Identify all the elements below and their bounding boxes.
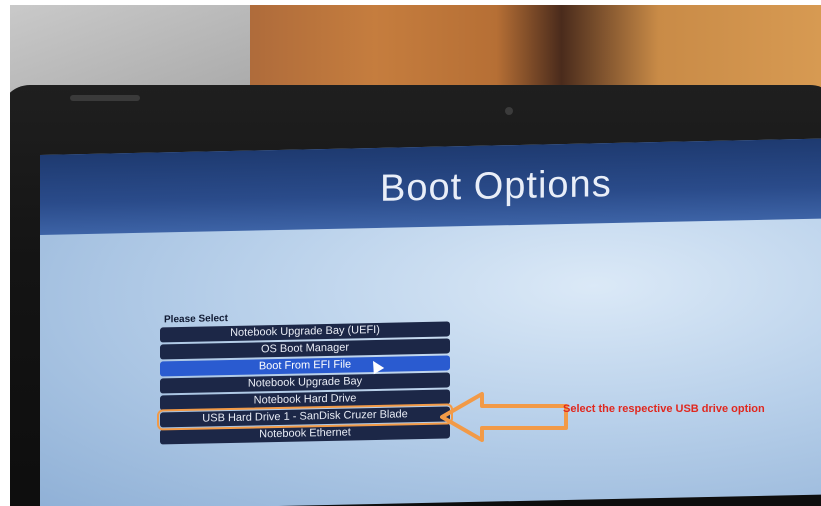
boot-menu: Please Select Notebook Upgrade Bay (UEFI…: [157, 308, 453, 446]
left-arrow-icon: [440, 392, 568, 442]
bezel-slot: [70, 95, 140, 101]
webcam-icon: [505, 107, 513, 115]
title-band: Boot Options: [40, 138, 821, 235]
photo-background: Boot Options Please Select Notebook Upgr…: [10, 5, 821, 506]
annotation-text: Select the respective USB drive option: [563, 403, 765, 415]
page-title: Boot Options: [380, 163, 612, 210]
boot-screen: Boot Options Please Select Notebook Upgr…: [40, 138, 821, 506]
